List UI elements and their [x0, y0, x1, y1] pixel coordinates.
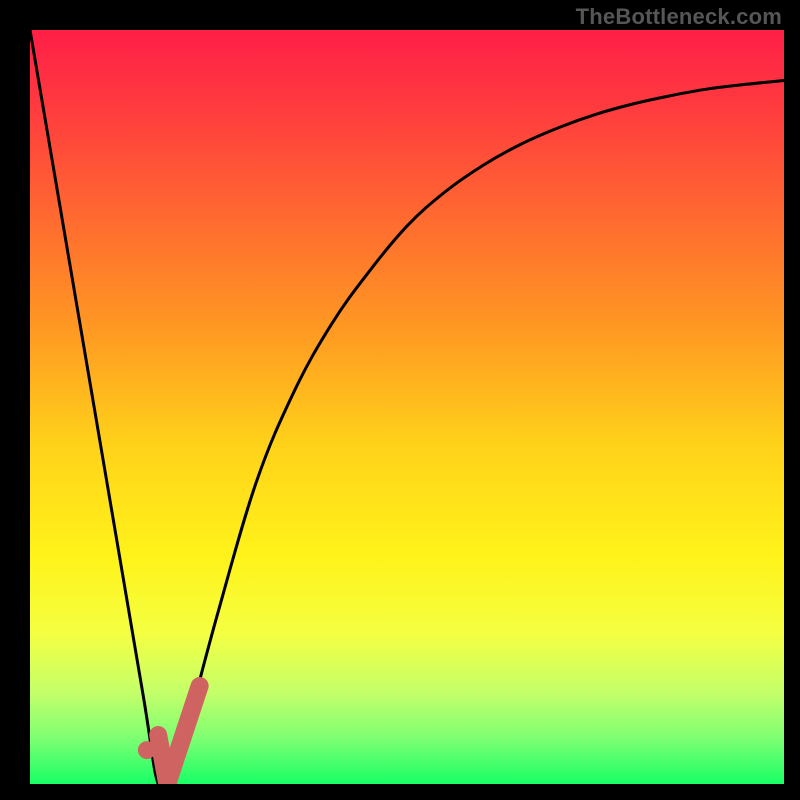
- watermark-label: TheBottleneck.com: [576, 4, 782, 30]
- chart-frame: TheBottleneck.com: [0, 0, 800, 800]
- plot-area: [30, 30, 784, 784]
- highlight-point: [138, 741, 156, 759]
- chart-svg: [30, 30, 784, 784]
- gradient-background: [30, 30, 784, 784]
